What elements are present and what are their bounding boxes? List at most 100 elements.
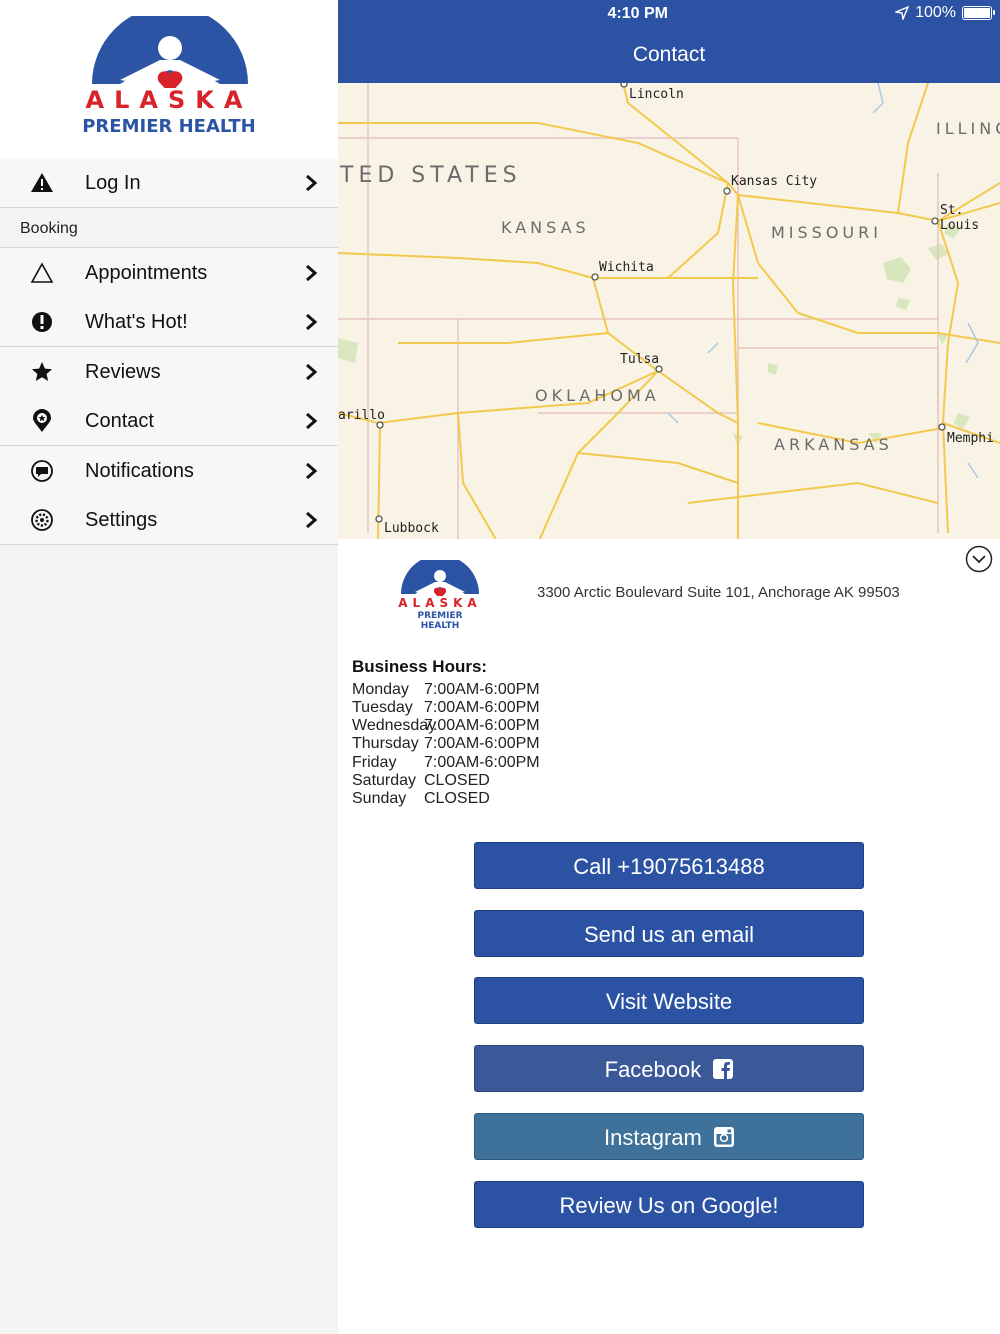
logo-alaska-text: ALASKA xyxy=(398,596,482,610)
section-header-booking: Booking xyxy=(0,208,338,248)
hours-row: Saturday CLOSED xyxy=(352,772,490,790)
call-button[interactable]: Call +19075613488 xyxy=(474,842,864,889)
chevron-right-icon xyxy=(306,174,318,192)
chevron-right-icon xyxy=(306,462,318,480)
battery-icon xyxy=(962,6,995,20)
hours-day: Saturday xyxy=(352,772,417,789)
map-city-label: Lubbock xyxy=(384,521,439,536)
sidebar-item-contact[interactable]: Contact xyxy=(0,396,338,446)
map-city-label: arillo xyxy=(338,408,385,423)
logo-premier-health-text: PREMIER HEALTH xyxy=(82,116,256,137)
hours-time: CLOSED xyxy=(424,790,490,807)
map-state-label: MISSOURI xyxy=(771,223,882,242)
triangle-outline-icon xyxy=(30,262,54,283)
instagram-button[interactable]: Instagram xyxy=(474,1113,864,1160)
chevron-right-icon xyxy=(306,412,318,430)
warning-icon xyxy=(31,173,53,192)
hours-row: Monday 7:00AM-6:00PM xyxy=(352,681,540,699)
hours-time: CLOSED xyxy=(424,772,490,789)
battery-percent: 100% xyxy=(915,4,956,21)
chevron-right-icon xyxy=(306,511,318,529)
sidebar-logo: ALASKA PREMIER HEALTH xyxy=(0,0,338,158)
sidebar-item-login[interactable]: Log In xyxy=(0,158,338,208)
business-hours-title: Business Hours: xyxy=(352,657,488,676)
contact-logo: ALASKA PREMIER HEALTH xyxy=(398,560,482,631)
map-roads xyxy=(338,83,1000,539)
hours-day: Monday xyxy=(352,681,409,698)
status-time: 4:10 PM xyxy=(607,5,668,22)
map-country-label: TED STATES xyxy=(340,163,522,188)
sidebar-item-label: Contact xyxy=(85,410,154,432)
facebook-button[interactable]: Facebook xyxy=(474,1045,864,1092)
sidebar: ALASKA PREMIER HEALTH Log In Booking App… xyxy=(0,0,338,1334)
hours-time: 7:00AM-6:00PM xyxy=(424,735,540,752)
map-city-label: Memphi xyxy=(947,431,994,446)
sidebar-item-label: What's Hot! xyxy=(85,311,188,333)
website-button-label: Visit Website xyxy=(605,989,733,1014)
facebook-button-label: Facebook xyxy=(604,1057,702,1082)
contact-panel: 4:10 PM 100% Contact TED STATES KANSAS M… xyxy=(338,0,1000,1334)
sidebar-item-reviews[interactable]: Reviews xyxy=(0,347,338,397)
hours-row: Tuesday 7:00AM-6:00PM xyxy=(352,699,540,717)
sidebar-item-label: Settings xyxy=(85,509,158,531)
hours-time: 7:00AM-6:00PM xyxy=(424,699,540,716)
sidebar-item-label: Log In xyxy=(85,172,141,194)
nav-bar: 4:10 PM 100% Contact xyxy=(338,0,1000,83)
hours-row: Friday 7:00AM-6:00PM xyxy=(352,754,540,772)
sidebar-item-appointments[interactable]: Appointments xyxy=(0,248,338,298)
chevron-right-icon xyxy=(306,313,318,331)
google-review-button[interactable]: Review Us on Google! xyxy=(474,1181,864,1228)
map-pin-icon xyxy=(33,409,51,432)
map-view[interactable]: TED STATES KANSAS MISSOURI OKLAHOMA ARKA… xyxy=(338,83,1000,539)
email-button-label: Send us an email xyxy=(584,922,754,947)
chevron-right-icon xyxy=(306,264,318,282)
map-city-label: Tulsa xyxy=(620,352,660,367)
map-state-label: ILLINO xyxy=(936,119,1000,138)
status-indicators: 100% xyxy=(895,4,995,22)
chat-bubble-icon xyxy=(31,460,53,482)
page-title: Contact xyxy=(632,43,706,66)
hours-row: Sunday CLOSED xyxy=(352,790,490,808)
collapse-chevron-icon[interactable] xyxy=(965,545,993,573)
map-state-label: ARKANSAS xyxy=(774,435,893,454)
location-arrow-icon xyxy=(895,6,910,20)
sidebar-item-label: Appointments xyxy=(85,262,208,284)
hours-time: 7:00AM-6:00PM xyxy=(424,681,540,698)
map-state-label: KANSAS xyxy=(501,218,590,237)
sidebar-item-label: Reviews xyxy=(85,361,161,383)
map-city-label: Wichita xyxy=(599,260,654,275)
hours-day: Thursday xyxy=(352,735,419,752)
sidebar-item-label: Notifications xyxy=(85,460,194,482)
call-button-label: Call +19075613488 xyxy=(573,854,765,879)
logo-alaska-text: ALASKA xyxy=(85,86,253,114)
google-review-button-label: Review Us on Google! xyxy=(559,1193,779,1218)
sidebar-item-settings[interactable]: Settings xyxy=(0,495,338,545)
sidebar-item-whats-hot[interactable]: What's Hot! xyxy=(0,297,338,347)
section-header-label: Booking xyxy=(20,220,78,237)
hours-time: 7:00AM-6:00PM xyxy=(424,754,540,771)
hours-day: Wednesday xyxy=(352,717,437,734)
email-button[interactable]: Send us an email xyxy=(474,910,864,957)
map-city-label: St. Louis xyxy=(940,203,980,233)
hours-day: Sunday xyxy=(352,790,407,807)
gear-icon xyxy=(31,509,53,531)
instagram-button-label: Instagram xyxy=(604,1125,702,1150)
hours-day: Tuesday xyxy=(352,699,413,716)
hours-row: Wednesday7:00AM-6:00PM xyxy=(352,717,540,735)
logo-figure-icon xyxy=(92,16,248,88)
map-city-label: Kansas City xyxy=(731,174,818,189)
instagram-icon xyxy=(713,1127,734,1148)
logo-premier-health-text: PREMIER HEALTH xyxy=(417,611,463,631)
map-state-label: OKLAHOMA xyxy=(535,386,660,405)
chevron-right-icon xyxy=(306,363,318,381)
exclamation-circle-icon xyxy=(32,312,52,332)
logo-figure-icon xyxy=(401,560,479,596)
hours-day: Friday xyxy=(352,754,397,771)
hours-time: 7:00AM-6:00PM xyxy=(424,717,540,734)
facebook-icon xyxy=(713,1059,734,1080)
hours-row: Thursday 7:00AM-6:00PM xyxy=(352,735,540,753)
sidebar-item-notifications[interactable]: Notifications xyxy=(0,446,338,496)
map-city-label: Lincoln xyxy=(629,87,684,102)
address-text: 3300 Arctic Boulevard Suite 101, Anchora… xyxy=(537,584,900,601)
website-button[interactable]: Visit Website xyxy=(474,977,864,1024)
